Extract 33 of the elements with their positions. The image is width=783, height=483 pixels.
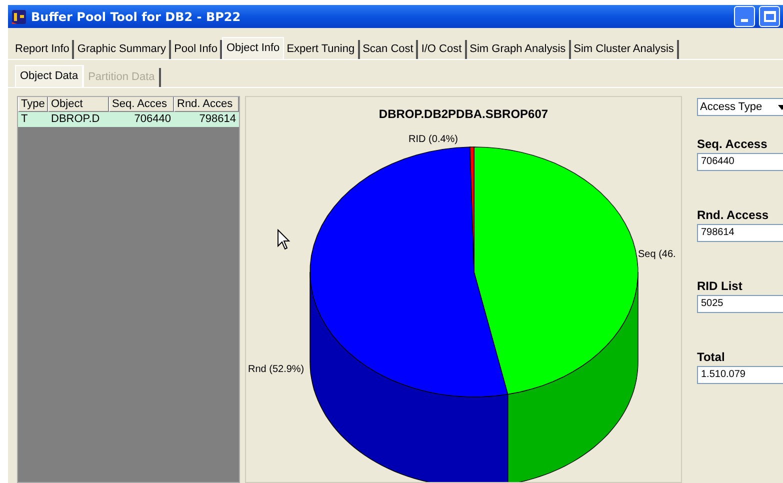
tab[interactable]: Sim Graph Analysis (466, 40, 571, 59)
value-field[interactable]: 798614 (697, 224, 783, 242)
value-field[interactable]: 5025 (697, 295, 783, 313)
subtab[interactable]: Object Data (15, 65, 84, 87)
chart-title: DBROP.DB2PDBA.SBROP607 (378, 106, 548, 123)
slice-label: RID (0.4%) (408, 134, 458, 145)
table-cell-text: 798614 (198, 112, 237, 127)
table-cell-text: DBROP.D (50, 112, 101, 127)
field-label: Rnd. Access (697, 207, 770, 224)
access-type-dropdown[interactable]: Access Type (697, 98, 783, 116)
minimize-button[interactable] (734, 6, 755, 27)
field-label: RID List (697, 278, 744, 295)
tab[interactable]: I/O Cost (418, 40, 467, 59)
tab[interactable]: Sim Cluster Analysis (570, 40, 679, 59)
slice-label: Rnd (52.9%) (248, 364, 304, 375)
table-cell-text: 706440 (133, 112, 172, 127)
tab[interactable]: Scan Cost (360, 40, 418, 59)
value-field[interactable]: 706440 (697, 153, 783, 171)
window-title: Buffer Pool Tool for DB2 - BP22 (31, 8, 241, 26)
tab[interactable]: Expert Tuning (284, 40, 360, 59)
tab[interactable]: Report Info (12, 40, 74, 59)
field-label: Total (697, 349, 726, 366)
subtab: Partition Data (84, 68, 161, 87)
value-field[interactable]: 1.510.079 (697, 366, 783, 384)
table-cell-text: T (20, 112, 29, 127)
slice-label: Seq (46. (638, 249, 676, 260)
table-row[interactable]: T DBROP.D 706440 798614 (18, 112, 239, 127)
tab[interactable]: Graphic Summary (74, 40, 172, 59)
maximize-button[interactable] (759, 6, 780, 27)
tab[interactable]: Object Info (222, 37, 284, 59)
app-icon (11, 8, 27, 24)
field-label: Seq. Access (697, 136, 768, 153)
cursor-icon (277, 229, 291, 251)
